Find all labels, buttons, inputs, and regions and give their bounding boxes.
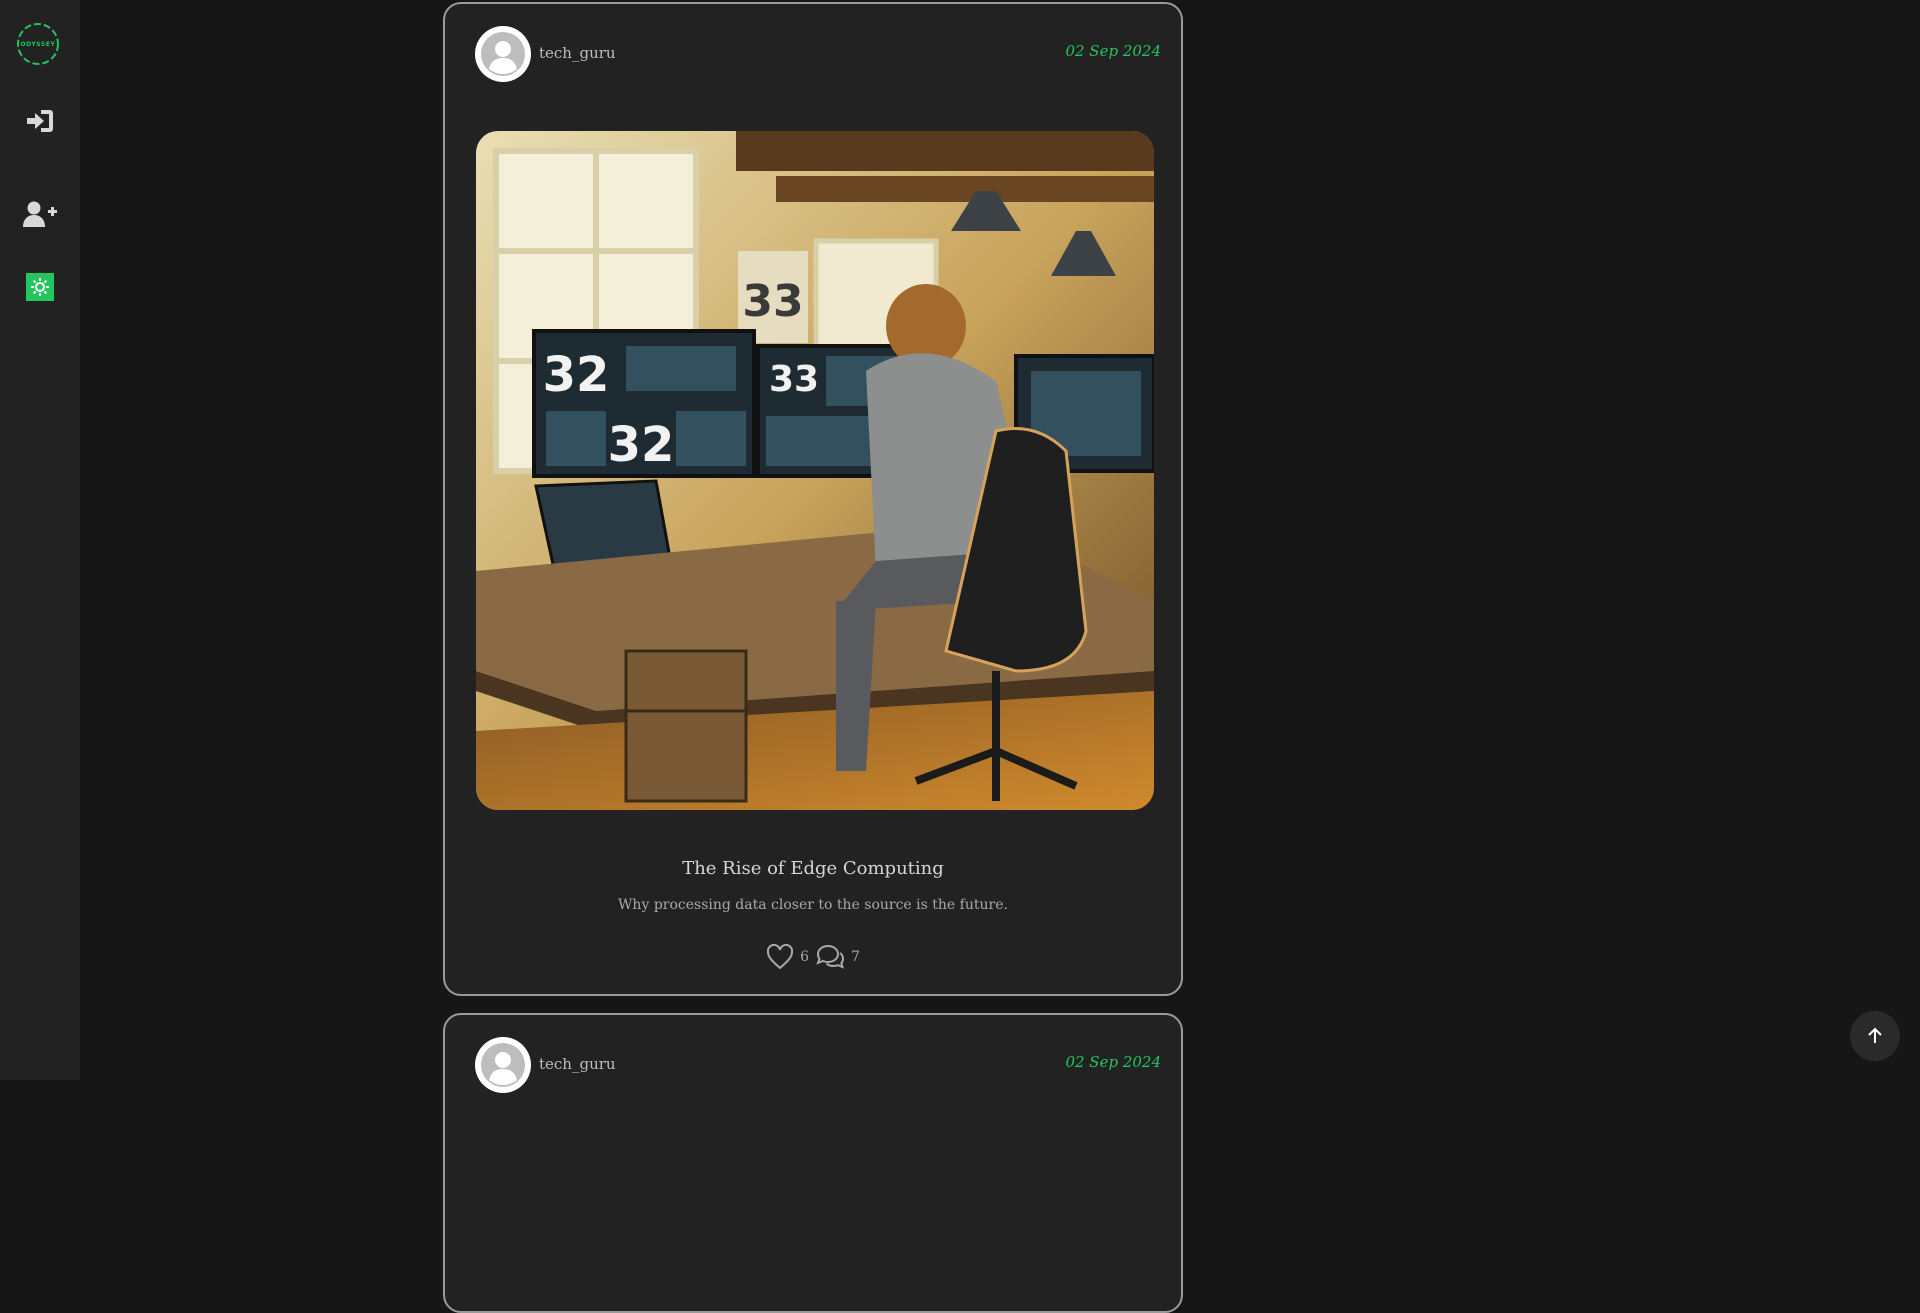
default-avatar-icon <box>481 32 525 76</box>
post-date: 02 Sep 2024 <box>1065 1053 1161 1071</box>
arrow-up-icon <box>1868 1027 1882 1043</box>
scroll-to-top-button[interactable] <box>1850 1011 1900 1061</box>
sign-in-icon <box>27 110 53 132</box>
post-header: tech_guru 02 Sep 2024 <box>475 26 1161 82</box>
post-description: Why processing data closer to the source… <box>618 897 1008 913</box>
post-username[interactable]: tech_guru <box>539 44 616 62</box>
login-button[interactable] <box>18 99 62 143</box>
avatar[interactable] <box>475 26 531 82</box>
like-count: 6 <box>800 949 809 965</box>
theme-toggle-button[interactable] <box>26 273 54 301</box>
default-avatar-icon <box>481 1043 525 1087</box>
logo[interactable]: ODYSSEY <box>16 22 60 66</box>
poster-number: 33 <box>742 276 803 327</box>
post-image[interactable]: 33 32 32 33 <box>476 131 1154 810</box>
comment-button[interactable]: 7 <box>815 944 860 970</box>
screen-number-1: 32 <box>543 347 610 403</box>
post-date: 02 Sep 2024 <box>1065 42 1161 60</box>
post-card[interactable]: tech_guru 02 Sep 2024 <box>443 1013 1183 1313</box>
heart-icon <box>767 944 794 970</box>
register-button[interactable] <box>18 192 62 236</box>
sun-icon <box>31 278 49 296</box>
post-header: tech_guru 02 Sep 2024 <box>475 1037 1161 1093</box>
logo-text: ODYSSEY <box>20 40 56 48</box>
screen-number-3: 33 <box>769 359 819 400</box>
sidebar: ODYSSEY <box>0 0 80 1080</box>
post-title[interactable]: The Rise of Edge Computing <box>445 858 1181 879</box>
user-plus-icon <box>23 201 57 227</box>
comment-count: 7 <box>851 949 860 965</box>
workspace-illustration: 33 32 32 33 <box>476 131 1154 810</box>
screen-number-2: 32 <box>608 417 675 473</box>
post-username[interactable]: tech_guru <box>539 1055 616 1073</box>
comments-icon <box>816 944 845 969</box>
post-card[interactable]: tech_guru 02 Sep 2024 <box>443 2 1183 996</box>
like-button[interactable]: 6 <box>766 944 809 970</box>
avatar[interactable] <box>475 1037 531 1093</box>
post-actions: 6 7 <box>445 944 1181 970</box>
